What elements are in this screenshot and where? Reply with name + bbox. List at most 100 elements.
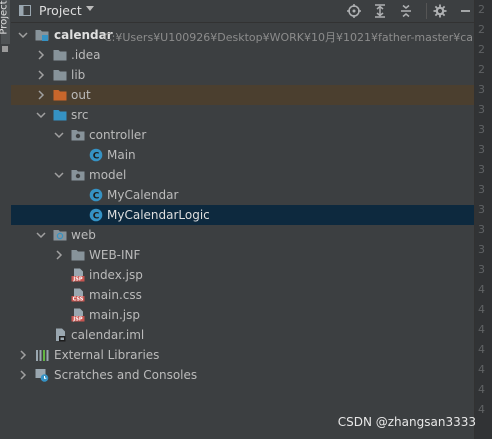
svg-text:JSP: JSP [72,277,82,282]
line-number: 3 [478,263,485,276]
tree-item-label: model [89,168,127,182]
line-number: 4 [478,343,485,356]
web-folder-icon [53,230,67,241]
line-number: 4 [478,323,485,336]
watermark: CSDN @zhangsan3333 [337,415,476,429]
tree-item-label: Scratches and Consoles [54,368,198,382]
collapse-all-icon[interactable] [397,2,415,20]
chevron-right-icon[interactable] [35,69,47,81]
chevron-down-icon[interactable] [17,29,29,41]
module-path: C:¥Users¥U100926¥Desktop¥WORK¥10月¥1021¥f… [104,31,492,44]
line-number: 3 [478,203,485,216]
java-class-icon: C [89,148,103,162]
tree-item-lib[interactable]: lib [11,65,474,85]
settings-gear-icon[interactable] [431,2,449,20]
tree-item-idea[interactable]: .idea [11,45,474,65]
excluded-folder-icon [53,90,67,101]
svg-text:JSP: JSP [72,317,82,322]
tree-item-calendar[interactable]: calendar C:¥Users¥U100926¥Desktop¥WORK¥1… [11,25,492,45]
tree-item-main-jsp[interactable]: JSP main.jsp [11,305,474,325]
editor-gutter: 2 2 2 2 3 3 3 3 3 3 3 3 3 3 4 4 4 4 4 4 … [474,0,492,439]
iml-file-icon [56,328,66,342]
tree-item-index-jsp[interactable]: JSP index.jsp [11,265,474,285]
tree-item-label: controller [89,128,147,142]
tree-item-main[interactable]: C Main [11,145,474,165]
line-number: 3 [478,123,485,136]
line-number: 2 [478,23,485,36]
chevron-right-icon[interactable] [17,369,29,381]
tree-item-label: .idea [71,48,101,62]
project-tree: calendar C:¥Users¥U100926¥Desktop¥WORK¥1… [11,22,492,439]
tree-item-scratches[interactable]: Scratches and Consoles [11,365,474,385]
tree-item-web-inf[interactable]: WEB-INF [11,245,474,265]
tree-item-label: out [71,88,91,102]
tree-item-label: index.jsp [89,268,143,282]
tree-item-calendar-iml[interactable]: calendar.iml [11,325,474,345]
tree-item-label: main.css [89,288,142,302]
svg-text:C: C [93,152,100,162]
line-number: 3 [478,143,485,156]
css-file-icon: CSS [71,288,85,302]
line-number: 4 [478,383,485,396]
project-window-icon [19,5,31,16]
line-number: 3 [478,223,485,236]
tree-item-model[interactable]: model [11,165,474,185]
tree-item-src[interactable]: src [11,105,474,125]
chevron-right-icon[interactable] [17,349,29,361]
tree-item-label: Main [107,148,136,162]
tree-item-label: src [71,108,89,122]
jsp-file-icon: JSP [71,268,85,282]
tree-item-main-css[interactable]: CSS main.css [11,285,474,305]
tree-item-label: web [71,228,96,242]
chevron-down-icon[interactable] [53,169,65,181]
tree-item-external-libraries[interactable]: External Libraries [11,345,474,365]
line-number: 4 [478,303,485,316]
jsp-file-icon: JSP [71,308,85,322]
expand-all-icon[interactable] [371,2,389,20]
chevron-right-icon[interactable] [35,89,47,101]
tree-item-mycalendarlogic[interactable]: C MyCalendarLogic [11,205,474,225]
module-folder-icon [35,30,49,41]
folder-icon [71,250,85,261]
line-number: 2 [478,3,485,16]
line-number: 3 [478,183,485,196]
svg-text:C: C [93,192,100,202]
java-class-icon: C [89,188,103,202]
line-number: 3 [478,83,485,96]
tree-item-mycalendar[interactable]: C MyCalendar [11,185,474,205]
line-number: 4 [478,283,485,296]
tree-item-label: External Libraries [54,348,160,362]
svg-text:C: C [93,212,100,222]
chevron-right-icon[interactable] [53,249,65,261]
folder-icon [53,70,67,81]
tool-window-icon [2,46,8,52]
chevron-down-icon[interactable] [53,129,65,141]
tree-item-out[interactable]: out [11,85,474,105]
package-icon [71,130,85,141]
header-divider [426,3,427,19]
tree-item-label: calendar.iml [71,328,145,342]
chevron-down-icon[interactable] [35,109,47,121]
tree-item-controller[interactable]: controller [11,125,474,145]
svg-text:CSS: CSS [73,297,84,302]
tree-item-label: MyCalendarLogic [107,208,210,222]
scratches-icon [35,369,49,382]
chevron-down-icon[interactable] [35,229,47,241]
line-number: 4 [478,363,485,376]
chevron-down-icon[interactable] [86,6,94,11]
folder-icon [53,50,67,61]
source-folder-icon [53,110,67,121]
tree-item-label: MyCalendar [107,188,179,202]
java-class-icon: C [89,208,103,222]
tree-item-label: lib [71,68,86,82]
line-number: 3 [478,163,485,176]
tree-item-web[interactable]: web [11,225,474,245]
panel-title[interactable]: Project [39,3,82,18]
locate-icon[interactable] [345,2,363,20]
line-number: 2 [478,43,485,56]
chevron-right-icon[interactable] [35,49,47,61]
project-panel: Project calendar C:¥Users¥U100926¥Deskto… [11,0,492,439]
line-number: 3 [478,103,485,116]
line-number: 4 [478,403,485,416]
hide-minimize-icon[interactable] [456,2,474,20]
